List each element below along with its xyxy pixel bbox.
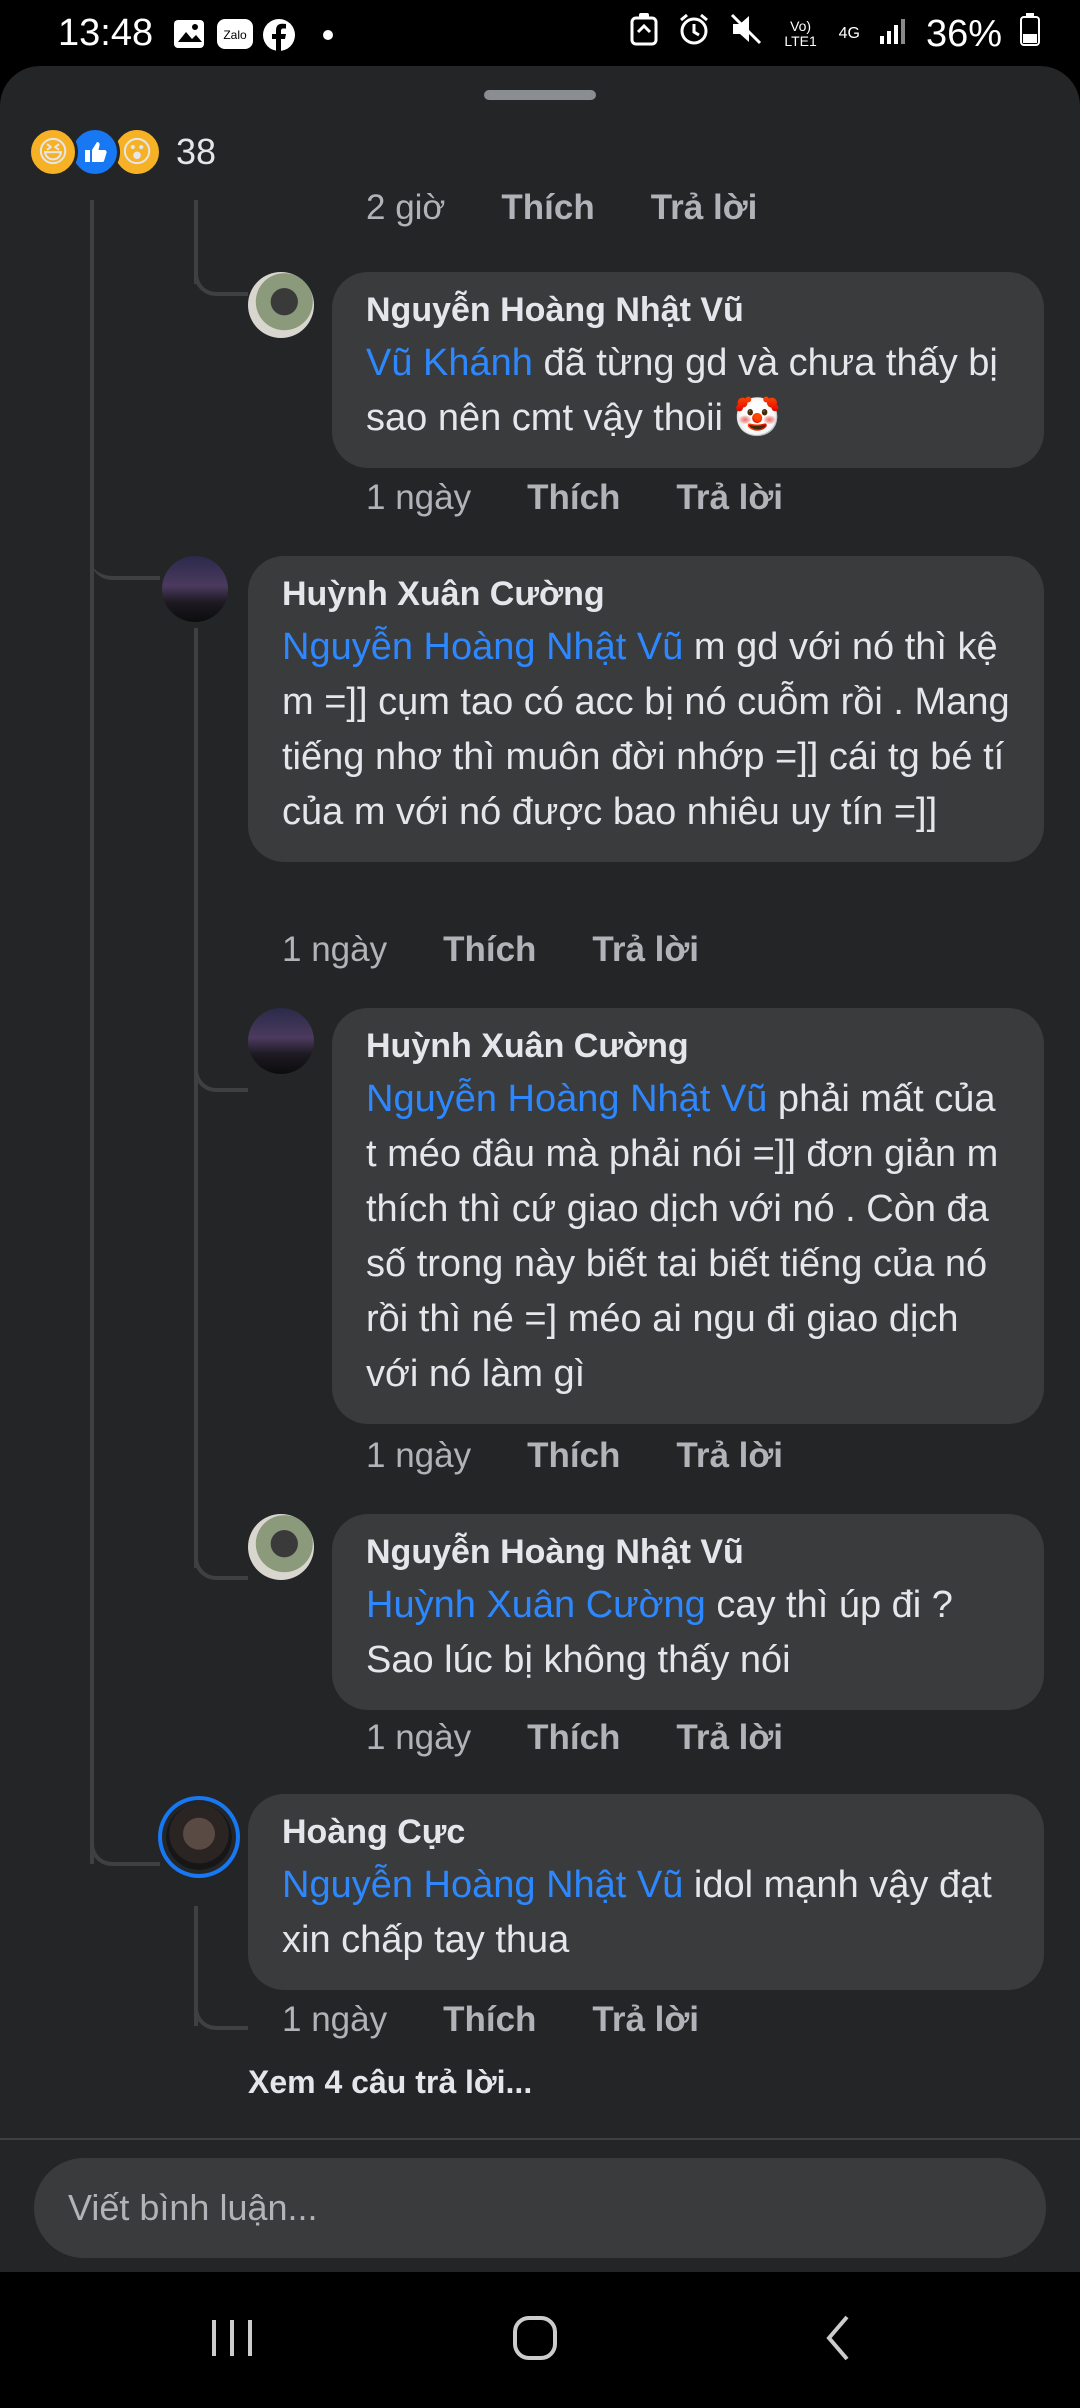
- signal-icon: [878, 13, 908, 56]
- haha-reaction-icon: 😆: [28, 127, 78, 177]
- mention-link[interactable]: Nguyễn Hoàng Nhật Vũ: [366, 1078, 767, 1120]
- network-4g-label: 4G: [838, 25, 860, 42]
- comments-sheet: 😆 😮 38 2 giờ Thích Trả lời Nguyễn Hoàng …: [0, 66, 1080, 2272]
- like-button[interactable]: Thích: [501, 188, 594, 228]
- reply-button[interactable]: Trả lời: [651, 188, 758, 228]
- alarm-icon: [677, 12, 711, 56]
- thread-curve-to-nhat-2: [194, 1540, 248, 1580]
- comment-actions-1: 1 ngày Thích Trả lời: [366, 478, 839, 518]
- thread-curve-root-to-cuong: [90, 536, 160, 580]
- comment-time[interactable]: 1 ngày: [366, 478, 471, 518]
- avatar-huynh-xuan-cuong[interactable]: [248, 1008, 314, 1074]
- reaction-count: 38: [176, 131, 217, 172]
- mute-icon: [729, 12, 763, 56]
- back-button[interactable]: [794, 2312, 884, 2368]
- thread-line-cuong-2: [194, 1088, 198, 1568]
- like-button[interactable]: Thích: [443, 930, 536, 970]
- comment-time[interactable]: 1 ngày: [282, 2000, 387, 2040]
- reply-button[interactable]: Trả lời: [676, 478, 783, 518]
- comment-time[interactable]: 1 ngày: [282, 930, 387, 970]
- comment-bubble-5[interactable]: Hoàng Cực Nguyễn Hoàng Nhật Vũ idol mạnh…: [248, 1794, 1044, 1990]
- thread-curve-root-to-hoang: [90, 1834, 160, 1866]
- thread-line-root: [90, 200, 94, 1864]
- thread-curve-to-cuong-2: [194, 1060, 248, 1092]
- comment-bubble-3[interactable]: Huỳnh Xuân Cường Nguyễn Hoàng Nhật Vũ ph…: [332, 1008, 1044, 1424]
- back-icon: [819, 2313, 859, 2368]
- comment-actions-0: 2 giờ Thích Trả lời: [366, 188, 813, 228]
- dot-icon: [322, 28, 334, 60]
- comment-text: Nguyễn Hoàng Nhật Vũ idol mạnh vậy đạt x…: [282, 1858, 1010, 1968]
- comment-bubble-4[interactable]: Nguyễn Hoàng Nhật Vũ Huỳnh Xuân Cường ca…: [332, 1514, 1044, 1710]
- comment-text: Huỳnh Xuân Cường cay thì úp đi ? Sao lúc…: [366, 1578, 1010, 1688]
- thread-curve-to-nhat-1: [194, 256, 248, 296]
- comment-author[interactable]: Nguyễn Hoàng Nhật Vũ: [366, 290, 1010, 330]
- view-more-replies-link[interactable]: Xem 4 câu trả lời...: [248, 2064, 532, 2101]
- status-bar: 13:48 Zalo Vo) LTE1 4G 36%: [0, 0, 1080, 68]
- composer-divider: [0, 2138, 1080, 2140]
- thread-line-cuong: [194, 628, 198, 1088]
- comment-time[interactable]: 2 giờ: [366, 188, 445, 228]
- comment-author[interactable]: Huỳnh Xuân Cường: [366, 1026, 1010, 1066]
- reply-button[interactable]: Trả lời: [592, 2000, 699, 2040]
- comment-bubble-2[interactable]: Huỳnh Xuân Cường Nguyễn Hoàng Nhật Vũ m …: [248, 556, 1044, 862]
- comment-actions-3: 1 ngày Thích Trả lời: [366, 1436, 839, 1476]
- comment-time[interactable]: 1 ngày: [366, 1718, 471, 1758]
- comment-actions-4: 1 ngày Thích Trả lời: [366, 1718, 839, 1758]
- reply-button[interactable]: Trả lời: [592, 930, 699, 970]
- comment-time[interactable]: 1 ngày: [366, 1436, 471, 1476]
- sheet-drag-handle[interactable]: [484, 90, 596, 100]
- like-button[interactable]: Thích: [527, 478, 620, 518]
- avatar-nguyen-hoang-nhat-vu[interactable]: [248, 272, 314, 338]
- navigation-bar: [0, 2272, 1080, 2408]
- battery-percent: 36%: [925, 12, 1002, 55]
- reaction-summary[interactable]: 😆 😮 38: [28, 124, 216, 180]
- mention-link[interactable]: Vũ Khánh: [366, 342, 533, 384]
- facebook-icon: [262, 18, 296, 51]
- volte-label: Vo) LTE1: [784, 18, 817, 49]
- comment-text: Nguyễn Hoàng Nhật Vũ m gd với nó thì kệ …: [282, 620, 1010, 840]
- comment-body: phải mất của t méo đâu mà phải nói =]] đ…: [366, 1078, 999, 1395]
- comment-actions-2: 1 ngày Thích Trả lời: [282, 930, 755, 970]
- comment-author[interactable]: Huỳnh Xuân Cường: [282, 574, 1010, 614]
- recents-icon: [208, 2316, 258, 2365]
- mention-link[interactable]: Nguyễn Hoàng Nhật Vũ: [282, 626, 683, 668]
- comment-author[interactable]: Hoàng Cực: [282, 1812, 1010, 1852]
- reply-button[interactable]: Trả lời: [676, 1436, 783, 1476]
- home-button[interactable]: [490, 2312, 580, 2368]
- reply-button[interactable]: Trả lời: [676, 1718, 783, 1758]
- like-button[interactable]: Thích: [527, 1718, 620, 1758]
- home-icon: [510, 2313, 560, 2368]
- zalo-icon-label: Zalo: [223, 28, 247, 42]
- zalo-icon: Zalo: [216, 18, 254, 50]
- comment-input[interactable]: [68, 2187, 968, 2229]
- like-button[interactable]: Thích: [443, 2000, 536, 2040]
- status-right-group: Vo) LTE1 4G 36%: [629, 12, 1040, 56]
- comment-composer[interactable]: [34, 2158, 1046, 2258]
- gallery-icon: [172, 18, 206, 50]
- comment-author[interactable]: Nguyễn Hoàng Nhật Vũ: [366, 1532, 1010, 1572]
- recents-button[interactable]: [188, 2312, 278, 2368]
- avatar-hoang-cuc[interactable]: [166, 1804, 232, 1870]
- like-button[interactable]: Thích: [527, 1436, 620, 1476]
- comment-bubble-1[interactable]: Nguyễn Hoàng Nhật Vũ Vũ Khánh đã từng gd…: [332, 272, 1044, 468]
- thread-curve-to-more-replies: [194, 2000, 248, 2030]
- comment-actions-5: 1 ngày Thích Trả lời: [282, 2000, 755, 2040]
- comment-text: Vũ Khánh đã từng gd và chưa thấy bị sao …: [366, 336, 1010, 446]
- avatar-huynh-xuan-cuong[interactable]: [162, 556, 228, 622]
- avatar-nguyen-hoang-nhat-vu[interactable]: [248, 1514, 314, 1580]
- mention-link[interactable]: Nguyễn Hoàng Nhật Vũ: [282, 1864, 683, 1906]
- comment-text: Nguyễn Hoàng Nhật Vũ phải mất của t méo …: [366, 1072, 1010, 1402]
- battery-icon: [1020, 12, 1040, 56]
- recycle-icon: [629, 12, 659, 56]
- status-time: 13:48: [58, 12, 154, 54]
- mention-link[interactable]: Huỳnh Xuân Cường: [366, 1584, 706, 1626]
